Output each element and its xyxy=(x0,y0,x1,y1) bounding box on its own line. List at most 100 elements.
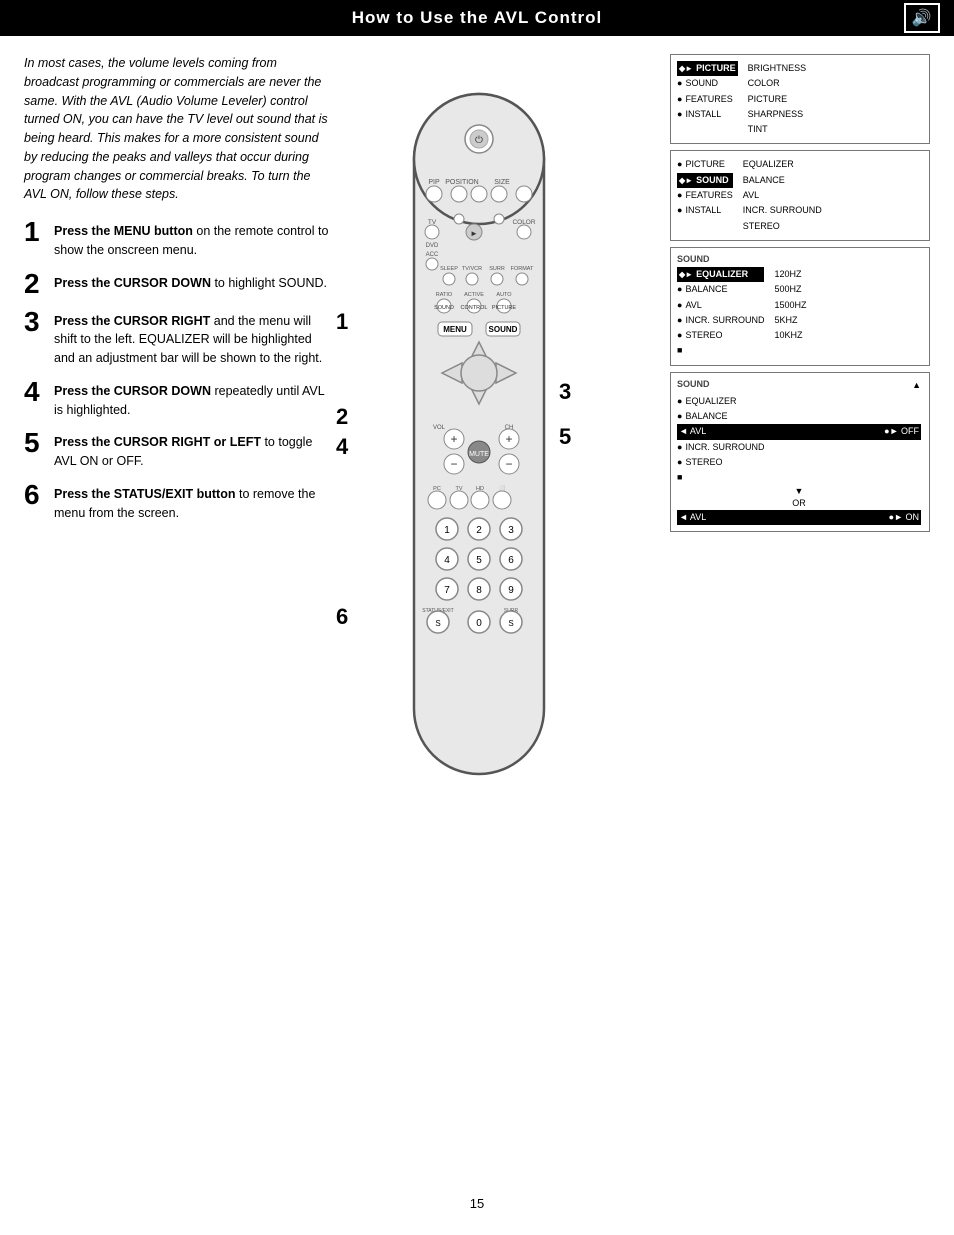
panel4-avl-on-label: ◄ AVL xyxy=(679,510,706,525)
panel4-block: ■ xyxy=(677,470,921,485)
panel3-10khz: 10KHZ xyxy=(774,328,806,343)
panel2-balance: BALANCE xyxy=(743,173,822,188)
panel4-avl-on-value: ●► ON xyxy=(889,510,919,525)
svg-text:SOUND: SOUND xyxy=(489,325,518,334)
panel1-picture: ◆►PICTURE xyxy=(677,61,738,76)
svg-text:9: 9 xyxy=(508,585,514,596)
step-label-5: 5 xyxy=(559,424,571,450)
step-number-4: 4 xyxy=(24,378,46,406)
panel3-stereo: ●STEREO xyxy=(677,328,764,343)
svg-text:PIP: PIP xyxy=(428,179,440,186)
panel4-avl-label: ◄ AVL xyxy=(679,424,706,439)
panel4-or: OR xyxy=(677,498,921,508)
panel4-balance: ●BALANCE xyxy=(677,409,921,424)
panel2-sound: ◆►SOUND xyxy=(677,173,733,188)
svg-text:+: + xyxy=(450,432,457,446)
svg-text:RATIO: RATIO xyxy=(436,292,453,298)
svg-text:SIZE: SIZE xyxy=(494,179,510,186)
svg-text:DVD: DVD xyxy=(426,243,439,249)
svg-text:POSITION: POSITION xyxy=(445,179,478,186)
audio-icon: 🔊 xyxy=(904,3,940,33)
panel3-equalizer: ◆►EQUALIZER xyxy=(677,267,764,282)
panel-3: SOUND ◆►EQUALIZER ●BALANCE ●AVL ●INCR. S… xyxy=(670,247,930,366)
svg-text:VOL: VOL xyxy=(433,425,446,431)
svg-text:FORMAT: FORMAT xyxy=(511,266,534,272)
panel1-color: COLOR xyxy=(748,76,807,91)
panel3-avl: ●AVL xyxy=(677,298,764,313)
panel4-title: SOUND xyxy=(677,379,710,389)
svg-text:PICTURE: PICTURE xyxy=(492,305,516,311)
step-4: 4 Press the CURSOR DOWN repeatedly until… xyxy=(24,378,334,420)
svg-text:TV/VCR: TV/VCR xyxy=(462,266,482,272)
step-2: 2 Press the CURSOR DOWN to highlight SOU… xyxy=(24,270,334,298)
steps-list: 1 Press the MENU button on the remote co… xyxy=(24,218,334,522)
panel1-sound: ●SOUND xyxy=(677,76,738,91)
svg-text:AUTO: AUTO xyxy=(496,292,512,298)
svg-text:+: + xyxy=(505,432,512,446)
panel4-equalizer: ●EQUALIZER xyxy=(677,394,921,409)
svg-text:−: − xyxy=(505,457,512,471)
panel1-tint: TINT xyxy=(748,122,807,137)
svg-text:S: S xyxy=(508,619,513,628)
panel4-separator: ▼ xyxy=(677,486,921,496)
step-text-5: Press the CURSOR RIGHT or LEFT to toggle… xyxy=(54,429,334,471)
step-text-4: Press the CURSOR DOWN repeatedly until A… xyxy=(54,378,334,420)
panel-1: ◆►PICTURE ●SOUND ●FEATURES ●INSTALL BRIG… xyxy=(670,54,930,144)
step-number-6: 6 xyxy=(24,481,46,509)
svg-text:⏻: ⏻ xyxy=(475,135,483,146)
right-column: ◆►PICTURE ●SOUND ●FEATURES ●INSTALL BRIG… xyxy=(334,54,930,1176)
step-1: 1 Press the MENU button on the remote co… xyxy=(24,218,334,260)
step-label-4: 4 xyxy=(336,434,348,460)
step-number-2: 2 xyxy=(24,270,46,298)
remote-with-labels: ⏻ PIP POSITION SIZE TV COLOR xyxy=(354,84,604,867)
svg-text:SLEEP: SLEEP xyxy=(440,266,458,272)
svg-text:5: 5 xyxy=(476,555,482,566)
panel3-block: ■ xyxy=(677,343,764,358)
svg-text:8: 8 xyxy=(476,585,482,596)
step-number-3: 3 xyxy=(24,308,46,336)
svg-text:MUTE: MUTE xyxy=(469,451,489,458)
page-number-area: 15 xyxy=(0,1196,954,1231)
remote-control-area: ⏻ PIP POSITION SIZE TV COLOR xyxy=(354,84,604,867)
step-5: 5 Press the CURSOR RIGHT or LEFT to togg… xyxy=(24,429,334,471)
svg-text:0: 0 xyxy=(476,618,482,629)
page-number: 15 xyxy=(470,1196,484,1211)
panel3-left: ◆►EQUALIZER ●BALANCE ●AVL ●INCR. SURROUN… xyxy=(677,267,764,359)
remote-svg: ⏻ PIP POSITION SIZE TV COLOR xyxy=(354,84,604,864)
panel1-right: BRIGHTNESS COLOR PICTURE SHARPNESS TINT xyxy=(748,61,807,137)
step-number-5: 5 xyxy=(24,429,46,457)
panel3-120hz: 120HZ xyxy=(774,267,806,282)
intro-paragraph: In most cases, the volume levels coming … xyxy=(24,54,334,204)
panel3-right: 120HZ 500HZ 1500HZ 5KHZ 10KHZ xyxy=(774,267,806,359)
step-3: 3 Press the CURSOR RIGHT and the menu wi… xyxy=(24,308,334,368)
step-text-2: Press the CURSOR DOWN to highlight SOUND… xyxy=(54,270,327,293)
svg-text:ACC: ACC xyxy=(426,252,439,258)
left-column: In most cases, the volume levels coming … xyxy=(24,54,334,1176)
panel1-features: ●FEATURES xyxy=(677,92,738,107)
panel3-title: SOUND xyxy=(677,254,921,264)
panel1-install: ●INSTALL xyxy=(677,107,738,122)
step-label-3: 3 xyxy=(559,379,571,405)
panel2-avl: AVL xyxy=(743,188,822,203)
panel2-left: ●PICTURE ◆►SOUND ●FEATURES ●INSTALL xyxy=(677,157,733,233)
svg-text:3: 3 xyxy=(508,525,514,536)
svg-text:4: 4 xyxy=(444,555,450,566)
svg-text:MENU: MENU xyxy=(443,325,467,334)
step-label-2: 2 xyxy=(336,404,348,430)
panel4-avl-on-row: ◄ AVL ●► ON xyxy=(677,510,921,525)
panel3-1500hz: 1500HZ xyxy=(774,298,806,313)
panel1-left: ◆►PICTURE ●SOUND ●FEATURES ●INSTALL xyxy=(677,61,738,137)
panel4-arrow: ▲ xyxy=(912,380,921,390)
panels-area: ◆►PICTURE ●SOUND ●FEATURES ●INSTALL BRIG… xyxy=(670,54,930,538)
panel1-sharpness: SHARPNESS xyxy=(748,107,807,122)
step-number-1: 1 xyxy=(24,218,46,246)
panel-2: ●PICTURE ◆►SOUND ●FEATURES ●INSTALL EQUA… xyxy=(670,150,930,240)
step-6: 6 Press the STATUS/EXIT button to remove… xyxy=(24,481,334,523)
panel2-incr-surround: INCR. SURROUND xyxy=(743,203,822,218)
page-header: How to Use the AVL Control 🔊 xyxy=(0,0,954,36)
panel-4: SOUND ▲ ●EQUALIZER ●BALANCE ◄ AVL ●► OFF… xyxy=(670,372,930,532)
svg-text:SOUND: SOUND xyxy=(434,305,454,311)
step-text-6: Press the STATUS/EXIT button to remove t… xyxy=(54,481,334,523)
panel4-incr-surround: ●INCR. SURROUND xyxy=(677,440,921,455)
panel1-brightness: BRIGHTNESS xyxy=(748,61,807,76)
